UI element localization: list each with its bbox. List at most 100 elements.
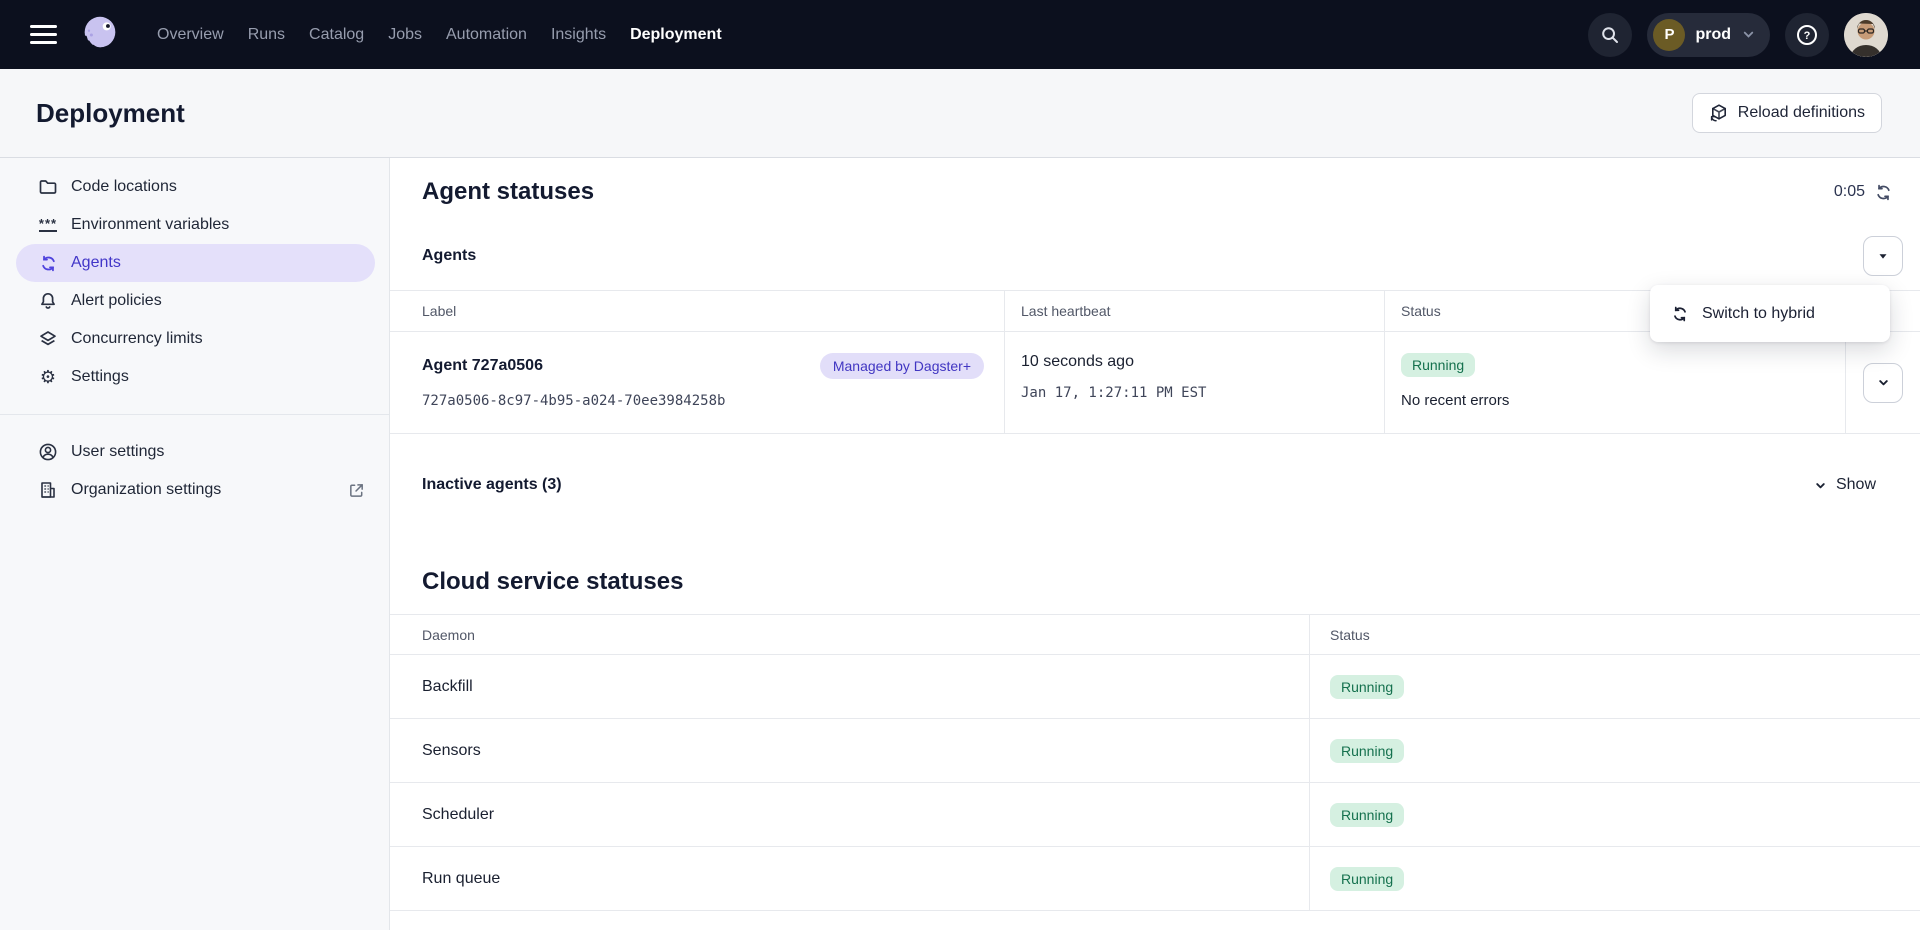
- sidebar-item-code-locations[interactable]: Code locations: [16, 168, 375, 206]
- help-icon: ?: [1796, 24, 1818, 46]
- daemon-name: Backfill: [390, 655, 1309, 719]
- nav-item-insights[interactable]: Insights: [551, 26, 606, 44]
- column-header-daemon: Daemon: [390, 615, 1309, 655]
- agent-statuses-title: Agent statuses: [422, 178, 594, 206]
- workspace-switcher[interactable]: P prod: [1647, 13, 1770, 57]
- page-title: Deployment: [36, 98, 185, 129]
- sidebar-item-label: Alert policies: [71, 292, 162, 310]
- main-content: Agent statuses 0:05 Agents: [390, 158, 1920, 930]
- nav-item-runs[interactable]: Runs: [248, 26, 285, 44]
- sidebar-item-settings[interactable]: ⚙ Settings: [16, 358, 375, 396]
- agent-row-menu-button[interactable]: [1863, 363, 1903, 403]
- agent-options-menu: Switch to hybrid: [1650, 285, 1890, 342]
- primary-nav: Overview Runs Catalog Jobs Automation In…: [157, 26, 722, 44]
- sidebar-item-label: Organization settings: [71, 481, 221, 499]
- daemon-status-cell: Running: [1309, 783, 1920, 847]
- env-vars-icon: ***: [38, 215, 58, 235]
- switch-to-hybrid-label: Switch to hybrid: [1702, 305, 1815, 323]
- sidebar-item-user-settings[interactable]: User settings: [16, 433, 375, 471]
- status-badge: Running: [1330, 867, 1404, 891]
- help-button[interactable]: ?: [1785, 13, 1829, 57]
- nav-item-catalog[interactable]: Catalog: [309, 26, 364, 44]
- daemon-status-cell: Running: [1309, 719, 1920, 783]
- agent-id: 727a0506-8c97-4b95-a024-70ee3984258b: [422, 393, 988, 409]
- show-inactive-agents-button[interactable]: Show: [1813, 476, 1876, 494]
- chevron-down-icon: [1813, 478, 1828, 493]
- bell-icon: [38, 291, 58, 311]
- search-button[interactable]: [1588, 13, 1632, 57]
- column-header-heartbeat: Last heartbeat: [1004, 291, 1384, 332]
- user-circle-icon: [38, 442, 58, 462]
- daemon-status-cell: Running: [1309, 847, 1920, 911]
- daemon-name: Sensors: [390, 719, 1309, 783]
- agent-heartbeat-cell: 10 seconds ago Jan 17, 1:27:11 PM EST: [1004, 332, 1384, 433]
- svg-text:?: ?: [1804, 30, 1811, 42]
- status-badge: Running: [1330, 675, 1404, 699]
- caret-down-icon: [1876, 249, 1890, 263]
- cloud-services-table: Daemon Status Backfill Running Sensors R…: [390, 614, 1920, 911]
- building-icon: [38, 480, 58, 500]
- sidebar-item-agents[interactable]: Agents: [16, 244, 375, 282]
- workspace-avatar: P: [1653, 19, 1685, 51]
- sidebar-item-label: Settings: [71, 368, 129, 386]
- nav-item-jobs[interactable]: Jobs: [388, 26, 422, 44]
- refresh-countdown: 0:05: [1834, 183, 1865, 201]
- search-icon: [1600, 25, 1620, 45]
- show-label: Show: [1836, 476, 1876, 494]
- workspace-name: prod: [1695, 26, 1731, 44]
- sidebar-item-concurrency-limits[interactable]: Concurrency limits: [16, 320, 375, 358]
- inactive-agents-heading: Inactive agents (3): [422, 476, 562, 494]
- agent-status-cell: Running No recent errors: [1384, 332, 1845, 433]
- package-reload-icon: [1709, 103, 1729, 123]
- top-nav: Overview Runs Catalog Jobs Automation In…: [0, 0, 1920, 69]
- status-detail: No recent errors: [1401, 392, 1829, 409]
- chevron-down-icon: [1741, 27, 1756, 42]
- sidebar-item-alert-policies[interactable]: Alert policies: [16, 282, 375, 320]
- refresh-button[interactable]: [1874, 183, 1893, 202]
- chevron-down-icon: [1876, 375, 1891, 390]
- sidebar-item-label: User settings: [71, 443, 164, 461]
- hamburger-menu-button[interactable]: [30, 25, 57, 44]
- nav-item-overview[interactable]: Overview: [157, 26, 224, 44]
- column-header-status: Status: [1309, 615, 1920, 655]
- daemon-status-cell: Running: [1309, 655, 1920, 719]
- sidebar-divider: [0, 414, 389, 415]
- nav-item-automation[interactable]: Automation: [446, 26, 527, 44]
- reload-definitions-label: Reload definitions: [1738, 104, 1865, 122]
- status-badge: Running: [1401, 353, 1475, 377]
- layers-icon: [38, 329, 58, 349]
- folder-icon: [38, 177, 58, 197]
- dagster-logo-icon[interactable]: [77, 12, 123, 58]
- agent-label-cell: Agent 727a0506 Managed by Dagster+ 727a0…: [390, 332, 1004, 433]
- sidebar-item-organization-settings[interactable]: Organization settings: [16, 471, 375, 509]
- managed-badge: Managed by Dagster+: [820, 353, 984, 379]
- agents-section-heading: Agents: [422, 247, 476, 265]
- agent-actions-cell: [1845, 332, 1920, 433]
- switch-to-hybrid-menu-item[interactable]: Switch to hybrid: [1650, 285, 1890, 342]
- sidebar-item-label: Concurrency limits: [71, 330, 203, 348]
- page-header: Deployment Reload definitions: [0, 69, 1920, 158]
- heartbeat-relative: 10 seconds ago: [1021, 353, 1368, 371]
- user-avatar[interactable]: [1844, 13, 1888, 57]
- agent-sync-icon: [38, 253, 58, 273]
- cloud-service-statuses-title: Cloud service statuses: [422, 568, 1920, 596]
- agent-name: Agent 727a0506: [422, 357, 543, 375]
- status-badge: Running: [1330, 803, 1404, 827]
- external-link-icon: [348, 482, 365, 499]
- column-header-label: Label: [390, 291, 1004, 332]
- refresh-icon: [1874, 183, 1893, 202]
- daemon-name: Scheduler: [390, 783, 1309, 847]
- sidebar-item-environment-variables[interactable]: *** Environment variables: [16, 206, 375, 244]
- reload-definitions-button[interactable]: Reload definitions: [1692, 93, 1882, 133]
- heartbeat-timestamp: Jan 17, 1:27:11 PM EST: [1021, 385, 1368, 401]
- gear-icon: ⚙: [38, 367, 58, 387]
- nav-right-cluster: P prod ?: [1588, 13, 1920, 57]
- daemon-name: Run queue: [390, 847, 1309, 911]
- agent-options-dropdown-button[interactable]: [1863, 236, 1903, 276]
- agent-sync-icon: [1671, 305, 1689, 323]
- nav-item-deployment[interactable]: Deployment: [630, 26, 722, 44]
- status-badge: Running: [1330, 739, 1404, 763]
- sidebar-item-label: Environment variables: [71, 216, 229, 234]
- sidebar-item-label: Code locations: [71, 178, 177, 196]
- deployment-sidebar: Code locations *** Environment variables…: [0, 158, 390, 930]
